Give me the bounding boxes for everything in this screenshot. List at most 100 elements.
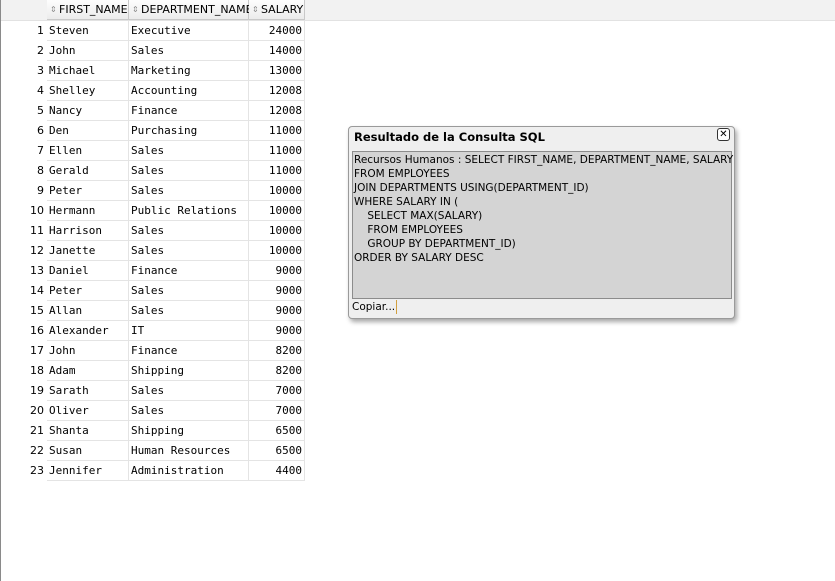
cell-department-name[interactable]: Sales	[129, 161, 249, 181]
table-row[interactable]: 4 Shelley Accounting 12008	[1, 81, 305, 101]
cell-first-name[interactable]: Nancy	[47, 101, 129, 121]
cell-salary[interactable]: 11000	[249, 161, 305, 181]
table-row[interactable]: 12 Janette Sales 10000	[1, 241, 305, 261]
table-row[interactable]: 8 Gerald Sales 11000	[1, 161, 305, 181]
cell-salary[interactable]: 7000	[249, 401, 305, 421]
cell-first-name[interactable]: Steven	[47, 21, 129, 41]
cell-salary[interactable]: 14000	[249, 41, 305, 61]
table-row[interactable]: 14 Peter Sales 9000	[1, 281, 305, 301]
table-row[interactable]: 2 John Sales 14000	[1, 41, 305, 61]
cell-salary[interactable]: 10000	[249, 221, 305, 241]
cell-first-name[interactable]: Shanta	[47, 421, 129, 441]
table-row[interactable]: 19 Sarath Sales 7000	[1, 381, 305, 401]
cell-first-name[interactable]: Allan	[47, 301, 129, 321]
cell-department-name[interactable]: Sales	[129, 381, 249, 401]
cell-first-name[interactable]: Oliver	[47, 401, 129, 421]
cell-first-name[interactable]: Alexander	[47, 321, 129, 341]
cell-department-name[interactable]: Purchasing	[129, 121, 249, 141]
cell-salary[interactable]: 6500	[249, 421, 305, 441]
table-row[interactable]: 1 Steven Executive 24000	[1, 21, 305, 41]
table-row[interactable]: 21 Shanta Shipping 6500	[1, 421, 305, 441]
cell-department-name[interactable]: Sales	[129, 221, 249, 241]
row-number: 23	[1, 461, 47, 481]
table-row[interactable]: 22 Susan Human Resources 6500	[1, 441, 305, 461]
cell-first-name[interactable]: Peter	[47, 181, 129, 201]
cell-first-name[interactable]: Den	[47, 121, 129, 141]
cell-first-name[interactable]: Hermann	[47, 201, 129, 221]
cell-department-name[interactable]: Sales	[129, 401, 249, 421]
cell-first-name[interactable]: Janette	[47, 241, 129, 261]
table-row[interactable]: 20 Oliver Sales 7000	[1, 401, 305, 421]
column-header-first-name[interactable]: ⇕ FIRST_NAME	[47, 0, 129, 20]
cell-salary[interactable]: 10000	[249, 201, 305, 221]
table-row[interactable]: 3 Michael Marketing 13000	[1, 61, 305, 81]
cell-first-name[interactable]: John	[47, 41, 129, 61]
cell-first-name[interactable]: John	[47, 341, 129, 361]
cell-department-name[interactable]: Finance	[129, 261, 249, 281]
table-row[interactable]: 16 Alexander IT 9000	[1, 321, 305, 341]
cell-salary[interactable]: 10000	[249, 181, 305, 201]
column-header-department-name[interactable]: ⇕ DEPARTMENT_NAME	[129, 0, 253, 20]
cell-salary[interactable]: 7000	[249, 381, 305, 401]
cell-salary[interactable]: 12008	[249, 101, 305, 121]
cell-department-name[interactable]: Finance	[129, 101, 249, 121]
cell-department-name[interactable]: Finance	[129, 341, 249, 361]
cell-first-name[interactable]: Gerald	[47, 161, 129, 181]
cell-department-name[interactable]: Human Resources	[129, 441, 249, 461]
copy-button[interactable]: Copiar...	[352, 300, 398, 314]
cell-salary[interactable]: 13000	[249, 61, 305, 81]
cell-salary[interactable]: 4400	[249, 461, 305, 481]
cell-salary[interactable]: 11000	[249, 121, 305, 141]
cell-salary[interactable]: 6500	[249, 441, 305, 461]
cell-salary[interactable]: 9000	[249, 301, 305, 321]
cell-department-name[interactable]: Sales	[129, 141, 249, 161]
table-row[interactable]: 10 Hermann Public Relations 10000	[1, 201, 305, 221]
table-row[interactable]: 15 Allan Sales 9000	[1, 301, 305, 321]
close-icon[interactable]: ✕	[717, 128, 730, 141]
cell-first-name[interactable]: Michael	[47, 61, 129, 81]
cell-department-name[interactable]: Shipping	[129, 361, 249, 381]
table-row[interactable]: 13 Daniel Finance 9000	[1, 261, 305, 281]
cell-department-name[interactable]: Shipping	[129, 421, 249, 441]
cell-first-name[interactable]: Daniel	[47, 261, 129, 281]
cell-department-name[interactable]: Sales	[129, 41, 249, 61]
cell-salary[interactable]: 9000	[249, 321, 305, 341]
cell-department-name[interactable]: Administration	[129, 461, 249, 481]
table-row[interactable]: 9 Peter Sales 10000	[1, 181, 305, 201]
table-row[interactable]: 5 Nancy Finance 12008	[1, 101, 305, 121]
cell-department-name[interactable]: Sales	[129, 281, 249, 301]
table-row[interactable]: 17 John Finance 8200	[1, 341, 305, 361]
cell-salary[interactable]: 9000	[249, 281, 305, 301]
sql-text-area[interactable]: Recursos Humanos : SELECT FIRST_NAME, DE…	[352, 151, 733, 299]
cell-first-name[interactable]: Sarath	[47, 381, 129, 401]
cell-first-name[interactable]: Harrison	[47, 221, 129, 241]
cell-department-name[interactable]: Sales	[129, 301, 249, 321]
row-number: 6	[1, 121, 47, 141]
column-header-salary[interactable]: ⇕ SALARY	[249, 0, 305, 20]
cell-department-name[interactable]: Sales	[129, 181, 249, 201]
cell-department-name[interactable]: Sales	[129, 241, 249, 261]
table-row[interactable]: 23 Jennifer Administration 4400	[1, 461, 305, 481]
table-row[interactable]: 18 Adam Shipping 8200	[1, 361, 305, 381]
cell-first-name[interactable]: Peter	[47, 281, 129, 301]
cell-salary[interactable]: 10000	[249, 241, 305, 261]
cell-salary[interactable]: 8200	[249, 341, 305, 361]
cell-department-name[interactable]: Marketing	[129, 61, 249, 81]
cell-first-name[interactable]: Susan	[47, 441, 129, 461]
cell-salary[interactable]: 24000	[249, 21, 305, 41]
cell-first-name[interactable]: Ellen	[47, 141, 129, 161]
cell-department-name[interactable]: IT	[129, 321, 249, 341]
table-row[interactable]: 11 Harrison Sales 10000	[1, 221, 305, 241]
cell-first-name[interactable]: Jennifer	[47, 461, 129, 481]
cell-salary[interactable]: 8200	[249, 361, 305, 381]
cell-salary[interactable]: 11000	[249, 141, 305, 161]
table-row[interactable]: 6 Den Purchasing 11000	[1, 121, 305, 141]
cell-department-name[interactable]: Accounting	[129, 81, 249, 101]
cell-department-name[interactable]: Public Relations	[129, 201, 249, 221]
cell-salary[interactable]: 12008	[249, 81, 305, 101]
cell-salary[interactable]: 9000	[249, 261, 305, 281]
cell-first-name[interactable]: Adam	[47, 361, 129, 381]
table-row[interactable]: 7 Ellen Sales 11000	[1, 141, 305, 161]
cell-first-name[interactable]: Shelley	[47, 81, 129, 101]
cell-department-name[interactable]: Executive	[129, 21, 249, 41]
